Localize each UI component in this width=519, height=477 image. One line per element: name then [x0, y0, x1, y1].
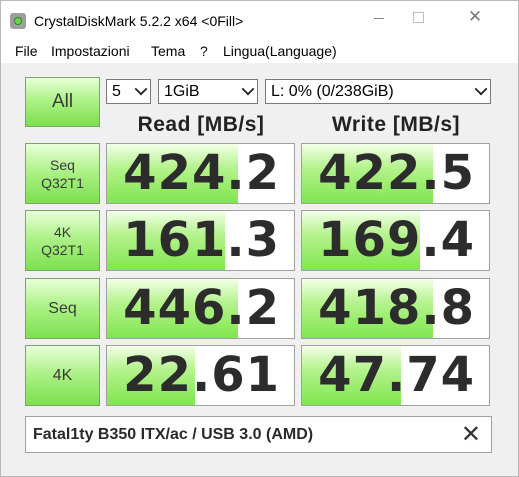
main-panel: All 5 1GiB L: 0% (0/238GiB) Read [MB/s] … — [1, 63, 518, 476]
write-value: 418.8 — [318, 280, 475, 336]
seq-q32t1-read-result: 424.2 — [106, 143, 295, 204]
chevron-down-icon — [134, 82, 148, 96]
test-size-select[interactable]: 1GiB — [158, 79, 258, 104]
seq-q32t1-button[interactable]: Seq Q32T1 — [25, 143, 100, 204]
clear-comment-icon[interactable]: ✕ — [461, 421, 481, 449]
menu-bar: File Impostazioni Tema ? Lingua(Language… — [1, 41, 518, 63]
write-value: 169.4 — [318, 212, 475, 268]
window-title: CrystalDiskMark 5.2.2 x64 <0Fill> — [34, 13, 244, 29]
menu-impostazioni[interactable]: Impostazioni — [51, 43, 130, 59]
drive-value: L: 0% (0/238GiB) — [271, 83, 394, 100]
menu-help[interactable]: ? — [200, 43, 208, 59]
4k-button[interactable]: 4K — [25, 345, 100, 406]
4k-q32t1-write-result: 169.4 — [301, 210, 490, 271]
write-value: 47.74 — [318, 347, 475, 403]
row-label-line1: Seq — [48, 299, 77, 317]
read-value: 446.2 — [123, 280, 280, 336]
row-label-line1: 4K — [53, 223, 72, 240]
app-window: CrystalDiskMark 5.2.2 x64 <0Fill> ✕ File… — [0, 0, 519, 477]
write-header: Write [MB/s] — [331, 113, 461, 136]
seq-write-result: 418.8 — [301, 278, 490, 339]
comment-text: Fatal1ty B350 ITX/ac / USB 3.0 (AMD) — [33, 426, 314, 443]
seq-button[interactable]: Seq — [25, 278, 100, 339]
read-value: 161.3 — [123, 212, 280, 268]
app-disk-icon — [10, 13, 26, 29]
title-bar: CrystalDiskMark 5.2.2 x64 <0Fill> ✕ — [1, 1, 518, 41]
4k-read-result: 22.61 — [106, 345, 295, 406]
comment-field[interactable]: Fatal1ty B350 ITX/ac / USB 3.0 (AMD) ✕ — [25, 416, 492, 453]
4k-write-result: 47.74 — [301, 345, 490, 406]
row-label-line1: 4K — [52, 366, 73, 384]
4k-q32t1-button[interactable]: 4K Q32T1 — [25, 210, 100, 271]
test-count-select[interactable]: 5 — [106, 79, 151, 104]
row-label-line1: Seq — [50, 156, 75, 173]
maximize-icon — [412, 11, 424, 23]
menu-tema[interactable]: Tema — [151, 43, 185, 59]
drive-select[interactable]: L: 0% (0/238GiB) — [265, 79, 491, 104]
minimize-icon — [374, 17, 384, 19]
run-all-label: All — [51, 91, 74, 112]
menu-file[interactable]: File — [15, 43, 38, 59]
row-label-line2: Q32T1 — [41, 174, 84, 191]
test-count-value: 5 — [112, 83, 121, 100]
write-value: 422.5 — [318, 145, 475, 201]
read-value: 22.61 — [123, 347, 280, 403]
chevron-down-icon — [474, 82, 488, 96]
maximize-button[interactable] — [395, 1, 441, 33]
chevron-down-icon — [241, 82, 255, 96]
close-button[interactable]: ✕ — [452, 1, 498, 33]
seq-read-result: 446.2 — [106, 278, 295, 339]
run-all-button[interactable]: All — [25, 77, 100, 127]
test-size-value: 1GiB — [164, 83, 200, 100]
4k-q32t1-read-result: 161.3 — [106, 210, 295, 271]
seq-q32t1-write-result: 422.5 — [301, 143, 490, 204]
close-icon: ✕ — [467, 7, 483, 26]
read-value: 424.2 — [123, 145, 280, 201]
menu-language[interactable]: Lingua(Language) — [223, 43, 337, 59]
read-header: Read [MB/s] — [137, 113, 265, 136]
row-label-line2: Q32T1 — [41, 241, 84, 258]
